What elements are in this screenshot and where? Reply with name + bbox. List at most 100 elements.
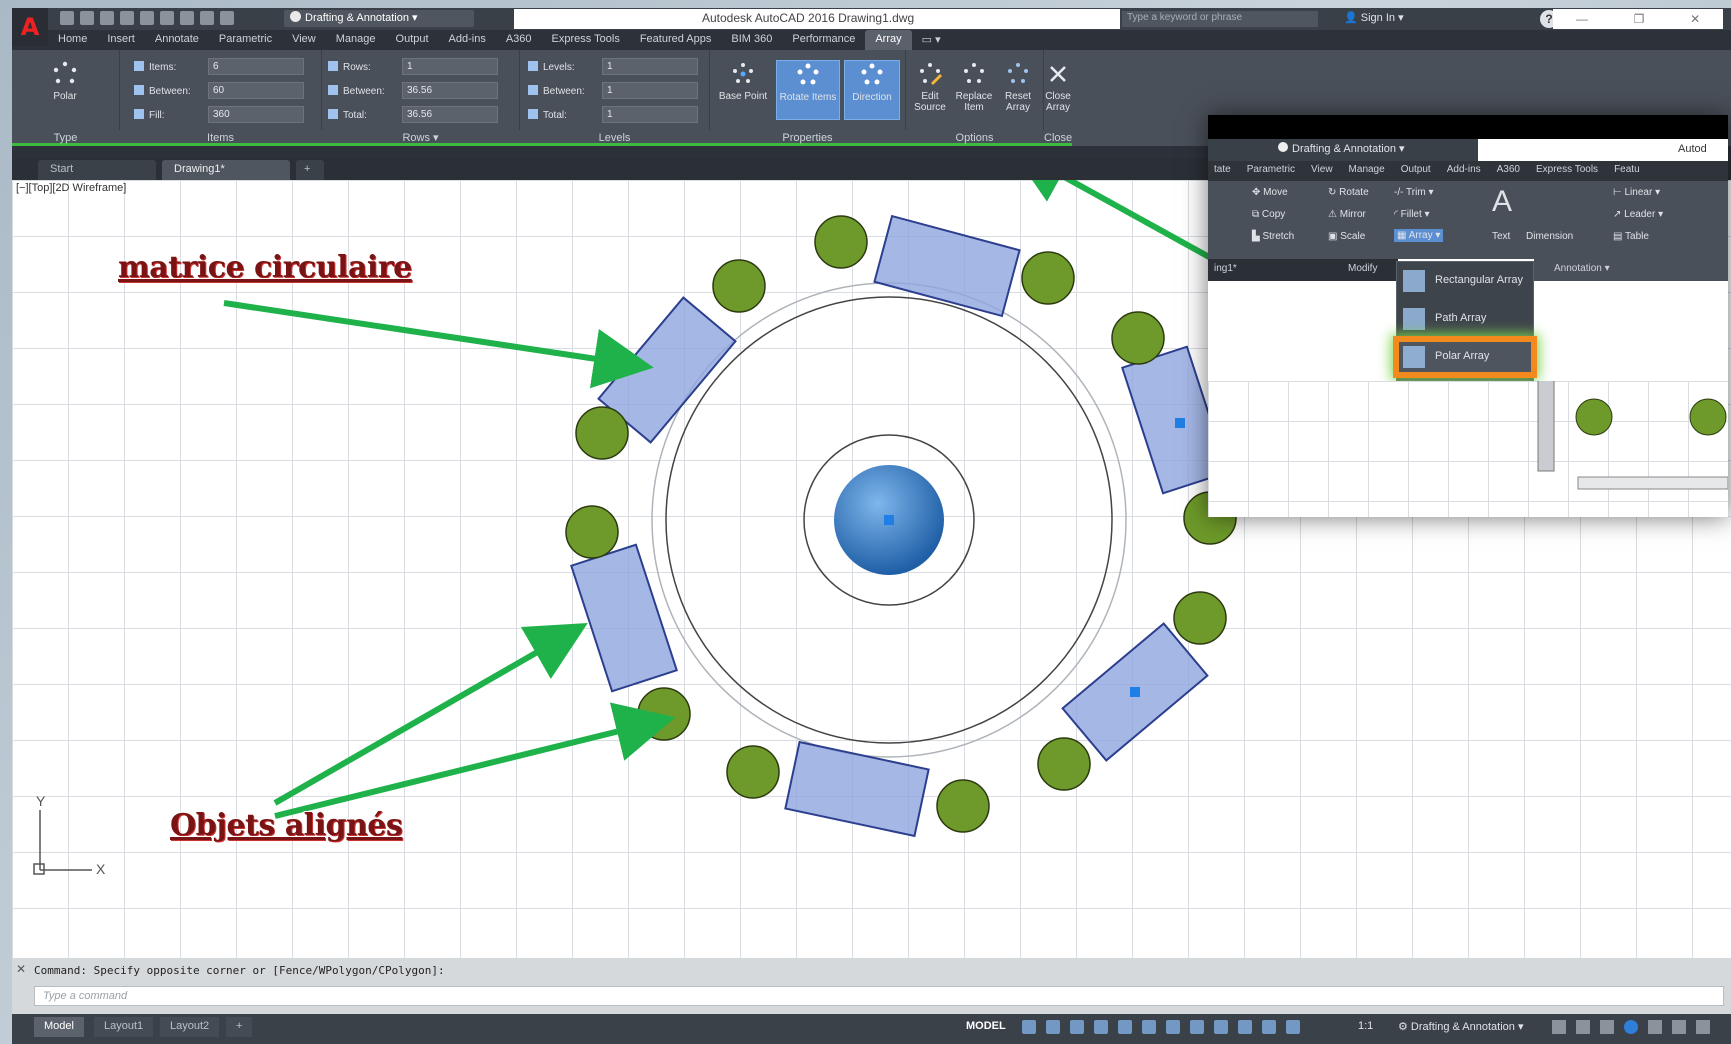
inset-workspace[interactable]: Drafting & Annotation ▾ <box>1278 142 1405 155</box>
rotate-items-button[interactable]: Rotate Items <box>776 60 840 120</box>
saveas-icon[interactable] <box>120 11 134 25</box>
command-input[interactable]: Type a command <box>34 986 1724 1006</box>
ribbon-tab-home[interactable]: Home <box>48 30 97 50</box>
tree[interactable] <box>726 745 780 799</box>
tree[interactable] <box>575 406 629 460</box>
rows-count-input[interactable]: 1 <box>402 58 498 75</box>
tree[interactable] <box>1021 251 1075 305</box>
inset-trim[interactable]: -/- Trim ▾ <box>1394 187 1433 198</box>
rows-panel-title[interactable]: Rows ▾ <box>322 131 519 144</box>
bench[interactable] <box>873 214 1021 318</box>
object-snap-tracking-icon[interactable] <box>1142 1020 1156 1034</box>
maximize-icon[interactable]: ❐ <box>1634 12 1645 26</box>
tree[interactable] <box>936 779 990 833</box>
inset-tab-tate[interactable]: tate <box>1214 164 1231 178</box>
rectangular-array-item[interactable]: Rectangular Array <box>1397 264 1533 298</box>
direction-button[interactable]: Direction <box>844 60 900 120</box>
inset-rotate[interactable]: ↻ Rotate <box>1328 187 1369 198</box>
inset-dimension[interactable]: Dimension <box>1526 231 1573 242</box>
grid-icon[interactable] <box>1022 1020 1036 1034</box>
ribbon-tab-view[interactable]: View <box>282 30 326 50</box>
inset-text[interactable]: Text <box>1492 231 1510 242</box>
ortho-icon[interactable] <box>1070 1020 1084 1034</box>
inset-tab-manage[interactable]: Manage <box>1349 164 1385 178</box>
new-icon[interactable] <box>60 11 74 25</box>
inset-array[interactable]: ▦ Array ▾ <box>1394 229 1444 242</box>
levels-count-input[interactable]: 1 <box>602 58 698 75</box>
ribbon-tab-performance[interactable]: Performance <box>782 30 865 50</box>
ribbon-tab-add-ins[interactable]: Add-ins <box>439 30 496 50</box>
path-array-item[interactable]: Path Array <box>1397 302 1533 336</box>
inset-scale[interactable]: ▣ Scale <box>1328 231 1365 242</box>
open-icon[interactable] <box>80 11 94 25</box>
inset-tab-express-tools[interactable]: Express Tools <box>1536 164 1598 178</box>
polar-array-item[interactable]: Polar Array <box>1393 336 1537 378</box>
command-close-icon[interactable]: ✕ <box>16 962 26 976</box>
rows-total-input[interactable]: 36.56 <box>402 106 498 123</box>
status-workspace[interactable]: ⚙ Drafting & Annotation ▾ <box>1398 1020 1523 1033</box>
ribbon-tab-a360[interactable]: A360 <box>496 30 542 50</box>
annotation-scale[interactable]: 1:1 <box>1358 1020 1373 1032</box>
inset-file-tab[interactable]: ing1* <box>1214 263 1237 274</box>
items-count-input[interactable]: 6 <box>208 58 304 75</box>
levels-between-input[interactable]: 1 <box>602 82 698 99</box>
print-icon[interactable] <box>140 11 154 25</box>
bench[interactable] <box>570 543 678 693</box>
layout-tab-layout1[interactable]: Layout1 <box>94 1017 154 1037</box>
ribbon-tab-insert[interactable]: Insert <box>97 30 145 50</box>
clean-screen-icon[interactable] <box>1672 1020 1686 1034</box>
center-grip[interactable] <box>884 515 894 525</box>
inset-tab-featu[interactable]: Featu <box>1614 164 1640 178</box>
layout-tab-add[interactable]: + <box>226 1017 253 1037</box>
quick-properties-icon[interactable] <box>1600 1020 1614 1034</box>
ribbon-tab-parametric[interactable]: Parametric <box>209 30 282 50</box>
inset-tab-parametric[interactable]: Parametric <box>1247 164 1295 178</box>
inset-tab-add-ins[interactable]: Add-ins <box>1447 164 1481 178</box>
grip[interactable] <box>1175 418 1185 428</box>
plus-icon[interactable] <box>1552 1020 1566 1034</box>
ribbon-tab-array[interactable]: Array <box>865 30 912 50</box>
sign-in-link[interactable]: 👤 Sign In ▾ <box>1344 11 1404 24</box>
workspace-select[interactable]: Drafting & Annotation ▾ <box>284 10 474 27</box>
tree[interactable] <box>1111 311 1165 365</box>
inset-leader[interactable]: ↗ Leader ▾ <box>1613 209 1663 220</box>
snap-icon[interactable] <box>1046 1020 1060 1034</box>
units-icon[interactable] <box>1576 1020 1590 1034</box>
inset-move[interactable]: ✥ Move <box>1252 187 1288 198</box>
tree[interactable] <box>712 259 766 313</box>
edit-source-button[interactable]: Edit Source <box>908 60 952 120</box>
tree[interactable] <box>565 505 619 559</box>
grip[interactable] <box>1130 687 1140 697</box>
rows-between-input[interactable]: 36.56 <box>402 82 498 99</box>
selection-cycling-icon[interactable] <box>1238 1020 1252 1034</box>
inset-tab-a360[interactable]: A360 <box>1497 164 1520 178</box>
auto-scale-icon[interactable] <box>1286 1020 1300 1034</box>
base-point-button[interactable]: Base Point <box>714 60 772 120</box>
redo-icon[interactable] <box>180 11 194 25</box>
isolate-icon[interactable] <box>1624 1020 1638 1034</box>
ribbon-options-icon[interactable]: ▭ ▾ <box>912 30 951 50</box>
plot-icon[interactable] <box>200 11 214 25</box>
lineweight-icon[interactable] <box>1190 1020 1204 1034</box>
inset-mirror[interactable]: ⚠ Mirror <box>1328 209 1366 220</box>
minimize-icon[interactable]: — <box>1576 12 1588 26</box>
inset-copy[interactable]: ⧉ Copy <box>1252 209 1285 220</box>
model-space-indicator[interactable]: MODEL <box>966 1020 1006 1032</box>
transparency-icon[interactable] <box>1214 1020 1228 1034</box>
isodraft-icon[interactable] <box>1118 1020 1132 1034</box>
save-icon[interactable] <box>100 11 114 25</box>
layout-tab-model[interactable]: Model <box>34 1017 84 1037</box>
ribbon-tab-featured-apps[interactable]: Featured Apps <box>630 30 722 50</box>
polar-tracking-icon[interactable] <box>1094 1020 1108 1034</box>
customize-icon[interactable] <box>1696 1020 1710 1034</box>
inset-tab-view[interactable]: View <box>1311 164 1333 178</box>
share-icon[interactable] <box>220 11 234 25</box>
layout-tab-layout2[interactable]: Layout2 <box>160 1017 220 1037</box>
ribbon-tab-bim-360[interactable]: BIM 360 <box>721 30 782 50</box>
items-between-input[interactable]: 60 <box>208 82 304 99</box>
search-input[interactable]: Type a keyword or phrase <box>1122 11 1318 27</box>
tree[interactable] <box>1173 591 1227 645</box>
ribbon-tab-output[interactable]: Output <box>386 30 439 50</box>
file-tab-drawing1[interactable]: Drawing1* <box>162 160 290 180</box>
ribbon-tab-annotate[interactable]: Annotate <box>145 30 209 50</box>
